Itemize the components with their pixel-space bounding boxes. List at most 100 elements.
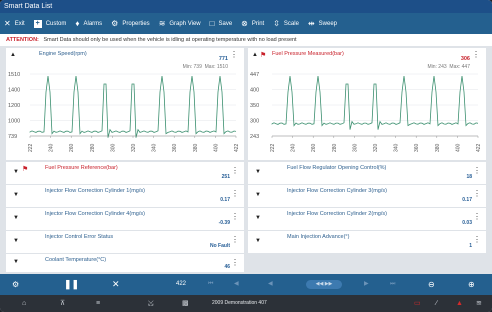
data-row[interactable]: ▼ Injector Flow Correction Cylinder 2(mg…	[248, 208, 486, 230]
row-menu-icon[interactable]: ⋮	[473, 190, 481, 198]
data-row[interactable]: ▼ Fuel Flow Regulator Opening Control(%)…	[248, 162, 486, 184]
x-tick-label: 360	[172, 143, 178, 152]
frame-counter: 422	[176, 281, 187, 287]
row-value: 0.17	[462, 197, 472, 203]
stop-button[interactable]: ✕	[112, 274, 120, 295]
row-menu-icon[interactable]: ⋮	[231, 213, 239, 221]
expand-arrow-icon[interactable]: ▼	[13, 238, 19, 244]
row-menu-icon[interactable]: ⋮	[231, 167, 239, 175]
y-tick-label: 243	[250, 134, 259, 140]
zoom-in-icon[interactable]: ⊕	[468, 274, 475, 295]
row-menu-icon[interactable]: ⋮	[231, 259, 239, 267]
save-button[interactable]: □ Save	[210, 19, 233, 28]
exit-label: Exit	[14, 20, 25, 27]
graph-title: Engine Speed(rpm)	[39, 51, 87, 57]
x-tick-label: 240	[291, 143, 297, 152]
skip-forward-icon[interactable]: ⏭	[390, 274, 395, 295]
attention-banner: ATTENTION: Smart Data should only be use…	[0, 34, 492, 46]
playback-bar: ⚙ ❚❚ ✕ 422 ⏮ ◀ ◀ ◀◀ ▶▶ ▶ ⏭ ⊖ ⊕	[0, 274, 492, 295]
step-forward-icon[interactable]: ▶	[364, 274, 369, 295]
expand-arrow-icon[interactable]: ▼	[255, 215, 261, 221]
x-tick-label: 320	[131, 143, 137, 152]
graph-header: ▲ ⚑ Fuel Pressure Measured(bar) 306 Min:…	[248, 48, 486, 71]
row-label: Fuel Pressure Reference(bar)	[45, 165, 118, 171]
step-back-icon[interactable]: ◀	[268, 274, 273, 295]
row-value: 0.17	[220, 197, 230, 203]
y-tick-label: 1200	[8, 103, 20, 109]
data-row[interactable]: ▼ Injector Flow Correction Cylinder 4(mg…	[6, 208, 244, 230]
row-menu-icon[interactable]: ⋮	[473, 213, 481, 221]
expand-arrow-icon[interactable]: ▼	[13, 192, 19, 198]
step-back-icon[interactable]: ◀	[234, 274, 239, 295]
graph-menu-icon[interactable]: ⋮	[472, 51, 480, 59]
alert-icon: ▲	[456, 300, 463, 307]
attention-text: Smart Data should only be used when the …	[43, 37, 297, 43]
row-value: 1	[469, 243, 472, 249]
y-tick-label: 739	[8, 134, 17, 140]
graph-panel-engine-speed[interactable]: ▲ Engine Speed(rpm) 771 Min: 739 Max: 15…	[6, 48, 244, 160]
x-tick-label: 400	[455, 143, 461, 152]
sweep-button[interactable]: ⇹ Sweep	[307, 18, 337, 28]
upload-icon[interactable]: ⊼	[60, 295, 65, 312]
data-row[interactable]: ▼ Main Injection Advance(°) 1 ⋮	[248, 231, 486, 253]
expand-arrow-icon[interactable]: ▼	[255, 192, 261, 198]
exit-button[interactable]: ✕ Exit	[4, 19, 25, 28]
print-button[interactable]: ⊗ Print	[241, 19, 265, 28]
y-tick-label: 1510	[8, 72, 20, 78]
row-label: Injector Flow Correction Cylinder 4(mg/s…	[45, 211, 145, 217]
row-menu-icon[interactable]: ⋮	[231, 190, 239, 198]
expand-arrow-icon[interactable]: ▼	[13, 169, 19, 175]
x-tick-label: 400	[213, 143, 219, 152]
data-row[interactable]: ▼ Injector Control Error Status No Fault…	[6, 231, 244, 253]
data-row[interactable]: ▼ Injector Flow Correction Cylinder 3(mg…	[248, 185, 486, 207]
menu-icon[interactable]: ≡	[96, 295, 100, 312]
alarms-button[interactable]: ♦ Alarms	[75, 18, 102, 28]
x-tick-label: 380	[435, 143, 441, 152]
expand-arrow-icon[interactable]: ▼	[13, 215, 19, 221]
graph-menu-icon[interactable]: ⋮	[230, 51, 238, 59]
bottom-bar: ⌂ ⊼ ≡ ⤩ ▩ 2009 Demonstration 407 ▭ ∕ ▲ ≊	[0, 295, 492, 312]
scale-icon: ⇳	[273, 18, 280, 28]
skip-back-icon[interactable]: ⏮	[208, 274, 213, 295]
graph-view-label: Graph View	[169, 20, 201, 27]
row-menu-icon[interactable]: ⋮	[473, 167, 481, 175]
scale-label: Scale	[283, 20, 299, 27]
attention-label: ATTENTION:	[6, 37, 39, 43]
data-row[interactable]: ▼ ⚑ Fuel Pressure Reference(bar) 251 ⋮	[6, 162, 244, 184]
row-menu-icon[interactable]: ⋮	[473, 236, 481, 244]
custom-button[interactable]: + Custom	[33, 19, 66, 28]
bell-icon: ♦	[75, 18, 80, 28]
graph-view-button[interactable]: ≋ Graph View	[159, 19, 201, 28]
sweep-label: Sweep	[318, 20, 337, 27]
expand-arrow-icon[interactable]: ▼	[13, 259, 19, 265]
x-tick-label: 300	[352, 143, 358, 152]
row-value: 46	[224, 264, 230, 270]
fuel-pressure-graph: 447 400 350 300 243 222 240 260 280 300 320 340 360 3…	[250, 72, 482, 152]
settings-icon[interactable]: ⚙	[12, 274, 19, 295]
sweep-icon: ⇹	[307, 18, 315, 28]
x-tick-label: 260	[69, 143, 75, 152]
folder-icon[interactable]: ▩	[182, 295, 189, 312]
zoom-out-icon[interactable]: ⊖	[428, 274, 435, 295]
data-row[interactable]: ▼ Coolant Temperature(°C) 46 ⋮	[6, 254, 244, 272]
x-tick-label: 340	[394, 143, 400, 152]
row-menu-icon[interactable]: ⋮	[231, 236, 239, 244]
print-label: Print	[251, 20, 265, 27]
scale-button[interactable]: ⇳ Scale	[273, 18, 299, 28]
collapse-arrow-icon[interactable]: ▲	[252, 52, 258, 58]
graph-panel-fuel-pressure[interactable]: ▲ ⚑ Fuel Pressure Measured(bar) 306 Min:…	[248, 48, 486, 160]
save-label: Save	[218, 20, 233, 27]
x-tick-label: 422	[234, 143, 240, 152]
x-tick-label: 280	[332, 143, 338, 152]
data-row[interactable]: ▼ Injector Flow Correction Cylinder 1(mg…	[6, 185, 244, 207]
playback-slider[interactable]: ◀◀ ▶▶	[306, 280, 342, 289]
expand-arrow-icon[interactable]: ▼	[255, 238, 261, 244]
pause-button[interactable]: ❚❚	[64, 274, 79, 295]
expand-arrow-icon[interactable]: ▼	[255, 169, 261, 175]
collapse-arrow-icon[interactable]: ▲	[10, 52, 16, 58]
properties-button[interactable]: ⚙ Properties	[111, 19, 150, 28]
vehicle-icon[interactable]: ⤩	[148, 295, 154, 312]
home-icon[interactable]: ⌂	[22, 295, 26, 312]
connection-icon: ∕	[436, 300, 438, 307]
x-tick-label: 340	[152, 143, 158, 152]
